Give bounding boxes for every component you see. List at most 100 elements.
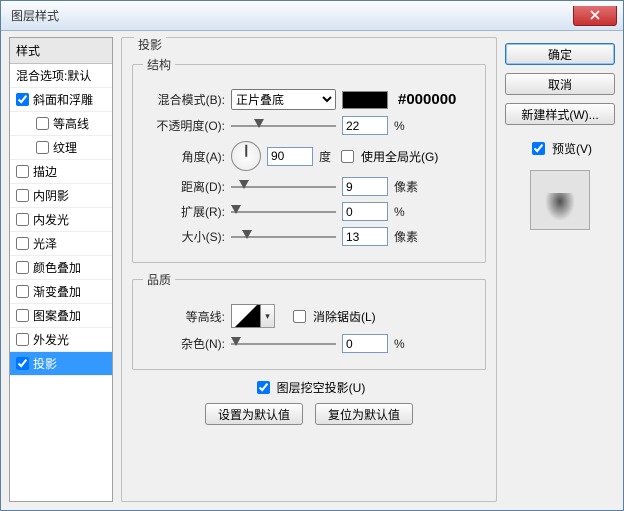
blend-mode-select[interactable]: 正片叠底	[231, 89, 336, 110]
style-item-pattern-overlay[interactable]: 图案叠加	[10, 304, 112, 328]
style-checkbox[interactable]	[36, 141, 49, 154]
set-default-button[interactable]: 设置为默认值	[205, 403, 303, 425]
preview-swatch	[530, 170, 590, 230]
size-input[interactable]	[342, 227, 388, 246]
style-checkbox[interactable]	[16, 237, 29, 250]
distance-slider[interactable]	[231, 180, 336, 194]
window-title: 图层样式	[11, 7, 59, 24]
preview-input[interactable]	[532, 142, 545, 155]
right-column: 确定 取消 新建样式(W)... 预览(V)	[505, 37, 615, 502]
row-spread: 扩展(R): %	[143, 202, 475, 221]
style-item-contour[interactable]: 等高线	[10, 112, 112, 136]
distance-label: 距离(D):	[143, 178, 225, 195]
group-structure-legend: 结构	[143, 56, 175, 73]
panel-title: 投影	[134, 36, 166, 53]
angle-dial[interactable]	[231, 141, 261, 171]
noise-label: 杂色(N):	[143, 335, 225, 352]
group-quality-legend: 品质	[143, 271, 175, 288]
styles-header[interactable]: 样式	[10, 38, 112, 64]
style-label: 等高线	[53, 115, 89, 132]
blend-options-row[interactable]: 混合选项:默认	[10, 64, 112, 88]
style-item-texture[interactable]: 纹理	[10, 136, 112, 160]
style-item-gradient-overlay[interactable]: 渐变叠加	[10, 280, 112, 304]
row-distance: 距离(D): 像素	[143, 177, 475, 196]
style-checkbox[interactable]	[16, 93, 29, 106]
style-item-color-overlay[interactable]: 颜色叠加	[10, 256, 112, 280]
style-checkbox[interactable]	[16, 165, 29, 178]
style-checkbox[interactable]	[36, 117, 49, 130]
global-light-input[interactable]	[341, 150, 354, 163]
style-checkbox[interactable]	[16, 357, 29, 370]
style-checkbox[interactable]	[16, 309, 29, 322]
global-light-label: 使用全局光(G)	[361, 148, 438, 165]
style-item-inner-shadow[interactable]: 内阴影	[10, 184, 112, 208]
spread-slider[interactable]	[231, 205, 336, 219]
distance-input[interactable]	[342, 177, 388, 196]
row-opacity: 不透明度(O): %	[143, 116, 475, 135]
contour-dropdown[interactable]: ▾	[261, 304, 275, 328]
style-item-inner-glow[interactable]: 内发光	[10, 208, 112, 232]
style-checkbox[interactable]	[16, 189, 29, 202]
row-noise: 杂色(N): %	[143, 334, 475, 353]
style-label: 内发光	[33, 211, 69, 228]
blend-mode-label: 混合模式(B):	[143, 91, 225, 108]
close-button[interactable]	[573, 6, 617, 26]
angle-label: 角度(A):	[143, 148, 225, 165]
color-hex: #000000	[398, 91, 456, 108]
spread-input[interactable]	[342, 202, 388, 221]
row-contour: 等高线: ▾ 消除锯齿(L)	[143, 304, 475, 328]
spread-label: 扩展(R):	[143, 203, 225, 220]
knockout-input[interactable]	[257, 381, 270, 394]
style-label: 内阴影	[33, 187, 69, 204]
style-label: 光泽	[33, 235, 57, 252]
angle-unit: 度	[319, 148, 331, 165]
style-item-bevel[interactable]: 斜面和浮雕	[10, 88, 112, 112]
style-item-satin[interactable]: 光泽	[10, 232, 112, 256]
style-label: 渐变叠加	[33, 283, 81, 300]
preview-shadow	[545, 193, 575, 221]
antialias-checkbox[interactable]: 消除锯齿(L)	[289, 307, 376, 326]
group-quality: 品质 等高线: ▾ 消除锯齿(L) 杂色(N):	[132, 271, 486, 370]
noise-unit: %	[394, 337, 405, 351]
knockout-checkbox[interactable]: 图层挖空投影(U)	[253, 378, 366, 397]
blend-options-label: 混合选项:默认	[16, 67, 91, 84]
opacity-input[interactable]	[342, 116, 388, 135]
style-label: 投影	[33, 355, 57, 372]
style-checkbox[interactable]	[16, 213, 29, 226]
dialog-body: 样式 混合选项:默认 斜面和浮雕 等高线 纹理 描边 内阴影	[1, 31, 623, 510]
new-style-button[interactable]: 新建样式(W)...	[505, 103, 615, 125]
antialias-input[interactable]	[293, 310, 306, 323]
size-unit: 像素	[394, 228, 418, 245]
preview-label: 预览(V)	[552, 140, 592, 157]
noise-input[interactable]	[342, 334, 388, 353]
row-knockout: 图层挖空投影(U)	[132, 378, 486, 397]
global-light-checkbox[interactable]: 使用全局光(G)	[337, 147, 438, 166]
style-checkbox[interactable]	[16, 261, 29, 274]
style-item-drop-shadow[interactable]: 投影	[10, 352, 112, 376]
style-label: 图案叠加	[33, 307, 81, 324]
angle-input[interactable]	[267, 147, 313, 166]
distance-unit: 像素	[394, 178, 418, 195]
contour-picker[interactable]	[231, 304, 261, 328]
style-label: 颜色叠加	[33, 259, 81, 276]
opacity-unit: %	[394, 119, 405, 133]
settings-panel: 投影 结构 混合模式(B): 正片叠底 #000000 不透明度(O):	[121, 37, 497, 502]
opacity-slider[interactable]	[231, 119, 336, 133]
noise-slider[interactable]	[231, 337, 336, 351]
color-swatch[interactable]	[342, 91, 388, 109]
titlebar: 图层样式	[1, 1, 623, 31]
style-checkbox[interactable]	[16, 285, 29, 298]
style-label: 斜面和浮雕	[33, 91, 93, 108]
cancel-button[interactable]: 取消	[505, 73, 615, 95]
reset-default-button[interactable]: 复位为默认值	[315, 403, 413, 425]
style-label: 外发光	[33, 331, 69, 348]
style-item-outer-glow[interactable]: 外发光	[10, 328, 112, 352]
size-slider[interactable]	[231, 230, 336, 244]
size-label: 大小(S):	[143, 228, 225, 245]
ok-button[interactable]: 确定	[505, 43, 615, 65]
style-item-stroke[interactable]: 描边	[10, 160, 112, 184]
style-checkbox[interactable]	[16, 333, 29, 346]
defaults-buttons: 设置为默认值 复位为默认值	[132, 403, 486, 425]
preview-checkbox[interactable]: 预览(V)	[505, 139, 615, 158]
contour-label: 等高线:	[143, 308, 225, 325]
